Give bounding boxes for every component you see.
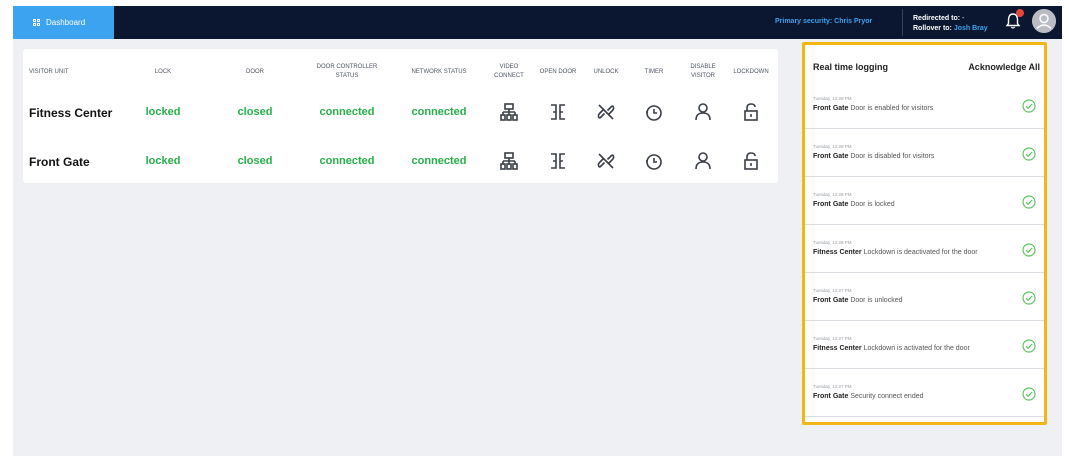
log-entry-time: Tuesday, 12:29 PM <box>813 96 852 101</box>
log-entry-unit: Front Gate <box>813 105 849 112</box>
row-unit-name: Front Gate <box>29 155 90 169</box>
log-entry: Tuesday, 12:28 PM Front Gate Door is loc… <box>805 177 1044 225</box>
log-entry-time: Tuesday, 12:27 PM <box>813 336 852 341</box>
acknowledge-check-icon[interactable] <box>1022 147 1036 161</box>
acknowledge-check-icon[interactable] <box>1022 243 1036 257</box>
lockdown-icon[interactable] <box>741 102 761 122</box>
app-frame: Dashboard Primary security: Chris Pryor … <box>13 6 1062 456</box>
acknowledge-check-icon[interactable] <box>1022 291 1036 305</box>
header-door: DOOR <box>246 68 264 75</box>
row-lock-status: locked <box>145 155 181 167</box>
log-entry-message: Front Gate Door is disabled for visitors <box>813 153 934 160</box>
log-entry-time: Tuesday, 12:28 PM <box>813 240 852 245</box>
log-entry-unit: Fitness Center <box>813 249 862 256</box>
log-entry-time: Tuesday, 12:27 PM <box>813 288 852 293</box>
log-entry-text: Security connect ended <box>850 393 924 400</box>
log-entry-unit: Front Gate <box>813 297 849 304</box>
log-entry-text: Door is enabled for visitors <box>850 105 934 112</box>
header-lock: LOCK <box>154 68 172 75</box>
log-entry-time: Tuesday, 12:27 PM <box>813 384 852 389</box>
log-entry-message: Front Gate Security connect ended <box>813 393 924 400</box>
dashboard-grid-icon <box>33 18 41 27</box>
disable-visitor-icon[interactable] <box>693 151 713 171</box>
header-visitor-unit: VISITOR UNIT <box>29 68 69 75</box>
log-entry: Tuesday, 12:27 PM Front Gate Door is unl… <box>805 273 1044 321</box>
rollover-label: Rollover to: <box>913 25 952 32</box>
acknowledge-check-icon[interactable] <box>1022 99 1036 113</box>
header-disable-visitor: DISABLE VISITOR <box>690 64 716 79</box>
unlock-icon[interactable] <box>596 151 616 171</box>
video-connect-icon[interactable] <box>499 102 519 122</box>
log-entry-message: Fitness Center Lockdown is deactivated f… <box>813 249 978 256</box>
log-entry-unit: Front Gate <box>813 153 849 160</box>
row-controller-status: connected <box>319 155 375 167</box>
disable-visitor-icon[interactable] <box>693 102 713 122</box>
log-entry-message: Front Gate Door is unlocked <box>813 297 902 304</box>
open-door-icon[interactable] <box>548 102 568 122</box>
log-entry-text: Lockdown is activated for the door <box>863 345 970 352</box>
log-entry-unit: Front Gate <box>813 393 849 400</box>
timer-icon[interactable] <box>644 151 664 171</box>
primary-security-label: Primary security: Chris Pryor <box>775 18 873 25</box>
header-video-connect: VIDEO CONNECT <box>494 64 524 79</box>
log-entry: Tuesday, 12:29 PM Front Gate Door is ena… <box>805 81 1044 129</box>
log-entry-text: Lockdown is deactivated for the door <box>863 249 978 256</box>
header-lockdown: LOCKDOWN <box>733 68 769 75</box>
real-time-logging-panel: Real time logging Acknowledge All Tuesda… <box>802 42 1047 425</box>
redirect-info: Redirected to: - Rollover to: Josh Bray <box>913 14 988 34</box>
dashboard-tab-label: Dashboard <box>46 18 86 27</box>
acknowledge-check-icon[interactable] <box>1022 387 1036 401</box>
log-title: Real time logging <box>813 62 889 72</box>
video-connect-icon[interactable] <box>499 151 519 171</box>
acknowledge-check-icon[interactable] <box>1022 195 1036 209</box>
header-timer: TIMER <box>644 68 664 75</box>
topbar-divider <box>902 9 903 36</box>
row-controller-status: connected <box>319 106 375 118</box>
log-entry-message: Fitness Center Lockdown is activated for… <box>813 345 970 352</box>
redirected-label: Redirected to: <box>913 15 961 22</box>
log-entry: Tuesday, 12:28 PM Fitness Center Lockdow… <box>805 225 1044 273</box>
user-avatar-icon[interactable] <box>1032 9 1056 33</box>
timer-icon[interactable] <box>644 102 664 122</box>
visitor-unit-table: VISITOR UNIT LOCK DOOR DOOR CONTROLLER S… <box>23 49 778 183</box>
row-unit-name: Fitness Center <box>29 106 113 120</box>
unlock-icon[interactable] <box>596 102 616 122</box>
log-entry: Tuesday, 12:29 PM Front Gate Door is dis… <box>805 129 1044 177</box>
notification-badge <box>1016 9 1024 17</box>
row-door-status: closed <box>237 155 273 167</box>
log-entry-unit: Fitness Center <box>813 345 862 352</box>
log-entry-unit: Front Gate <box>813 201 849 208</box>
acknowledge-all-button[interactable]: Acknowledge All <box>968 62 1040 72</box>
lockdown-icon[interactable] <box>741 151 761 171</box>
dashboard-tab[interactable]: Dashboard <box>13 6 114 39</box>
log-entry-text: Door is locked <box>850 201 895 208</box>
open-door-icon[interactable] <box>548 151 568 171</box>
acknowledge-check-icon[interactable] <box>1022 339 1036 353</box>
top-bar: Dashboard Primary security: Chris Pryor … <box>13 6 1062 39</box>
row-network-status: connected <box>411 106 467 118</box>
log-entry: Tuesday, 12:27 PM Fitness Center Lockdow… <box>805 321 1044 369</box>
log-entry-text: Door is unlocked <box>850 297 903 304</box>
redirected-value: - <box>962 15 965 22</box>
row-network-status: connected <box>411 155 467 167</box>
log-entry-message: Front Gate Door is locked <box>813 201 895 208</box>
log-entry-time: Tuesday, 12:29 PM <box>813 144 852 149</box>
row-lock-status: locked <box>145 106 181 118</box>
row-door-status: closed <box>237 106 273 118</box>
rollover-value[interactable]: Josh Bray <box>954 25 988 32</box>
log-entry-text: Door is disabled for visitors <box>850 153 935 160</box>
log-entry-time: Tuesday, 12:28 PM <box>813 192 852 197</box>
log-entry: Tuesday, 12:27 PM Front Gate Security co… <box>805 369 1044 417</box>
header-unlock: UNLOCK <box>593 68 619 75</box>
header-open-door: OPEN DOOR <box>539 68 577 75</box>
header-door-controller-status: DOOR CONTROLLER STATUS <box>316 64 378 79</box>
header-network-status: NETWORK STATUS <box>411 68 467 75</box>
log-entry-message: Front Gate Door is enabled for visitors <box>813 105 933 112</box>
